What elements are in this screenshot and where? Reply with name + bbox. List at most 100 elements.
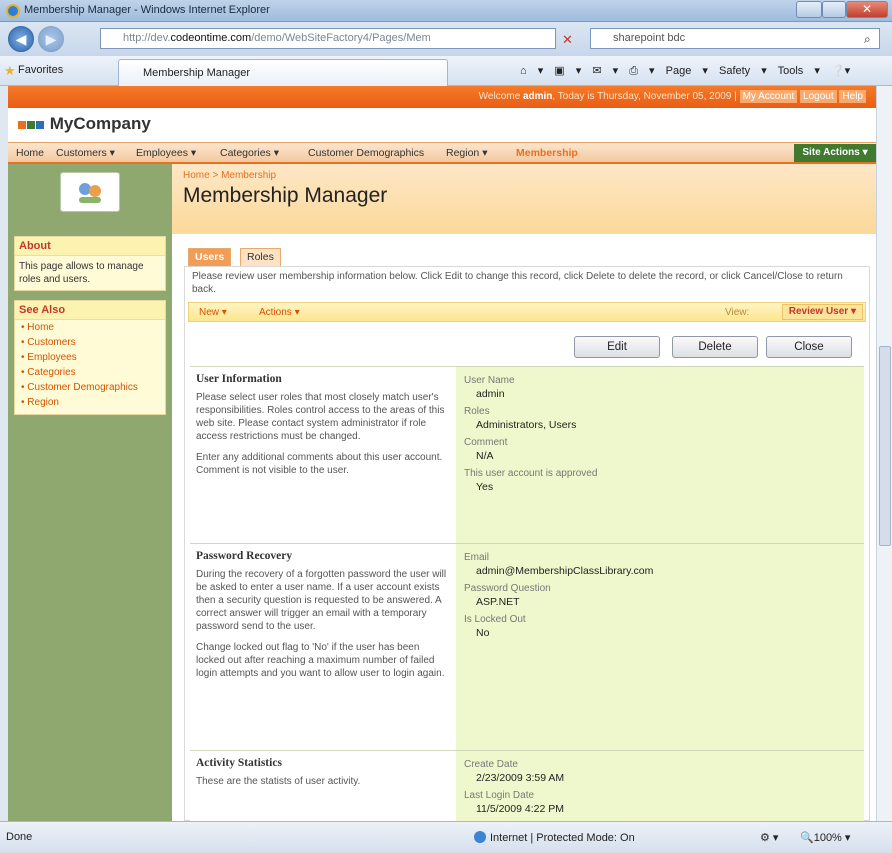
breadcrumb[interactable]: Home > Membership <box>183 170 276 181</box>
menu-employees[interactable]: Employees ▾ <box>136 147 196 159</box>
activity-title: Activity Statistics <box>196 757 282 769</box>
url-input[interactable]: http://dev.codeontime.com/demo/WebSiteFa… <box>100 28 556 49</box>
about-text: This page allows to manage roles and use… <box>19 261 144 285</box>
vertical-scrollbar[interactable] <box>876 86 892 821</box>
menu-region[interactable]: Region ▾ <box>446 147 487 159</box>
toolbar-commands: ⌂ ▾ ▣ ▾ ✉ ▾ ⎙ ▾ Page ▾ Safety ▾ Tools ▾ … <box>520 64 850 78</box>
field-label: Is Locked Out <box>464 614 526 625</box>
close-window-button[interactable]: ✕ <box>846 1 888 18</box>
logout-link[interactable]: Logout <box>800 90 837 103</box>
see-also-categories[interactable]: • Categories <box>15 365 165 380</box>
menu-home[interactable]: Home <box>16 147 44 159</box>
about-box: About This page allows to manage roles a… <box>14 236 166 291</box>
maximize-button[interactable] <box>822 1 846 18</box>
menu-customers[interactable]: Customers ▾ <box>56 147 115 159</box>
field-label: Last Login Date <box>464 790 535 801</box>
forward-button[interactable]: ▶ <box>38 26 64 52</box>
actions-menu[interactable]: Actions ▾ <box>259 307 300 318</box>
menu-membership[interactable]: Membership <box>516 147 578 159</box>
browser-tab[interactable]: Membership Manager <box>118 59 448 86</box>
field-roles: Roles Administrators, Users <box>464 406 864 431</box>
menu-categories[interactable]: Categories ▾ <box>220 147 279 159</box>
activity-description: Activity Statistics These are the statis… <box>190 751 456 821</box>
stop-icon[interactable]: ✕ <box>562 32 573 48</box>
field-value: 2/23/2009 3:59 AM <box>476 772 565 784</box>
activity-text: These are the statists of user activity. <box>196 776 361 787</box>
address-bar: ◀ ▶ http://dev.codeontime.com/demo/WebSi… <box>0 22 892 56</box>
membership-icon <box>60 172 120 212</box>
menu-customer-demographics[interactable]: Customer Demographics <box>308 147 424 159</box>
search-input[interactable]: sharepoint bdc <box>590 28 880 49</box>
field-label: This user account is approved <box>464 468 598 479</box>
my-account-link[interactable]: My Account <box>739 90 798 103</box>
view-selector[interactable]: Review User ▾ <box>781 304 863 320</box>
feeds-icon[interactable]: ▣ ▾ <box>554 65 581 77</box>
browser-tab-title: Membership Manager <box>143 67 250 79</box>
help-icon[interactable]: ❔▾ <box>831 65 850 77</box>
window-title: Membership Manager - Windows Internet Ex… <box>24 4 270 16</box>
safety-menu[interactable]: Safety ▾ <box>719 65 767 77</box>
user-info-description: User Information Please select user role… <box>190 367 456 543</box>
field-locked-out: Is Locked Out No <box>464 614 864 639</box>
close-button[interactable]: Close <box>766 336 852 358</box>
welcome-bar: Welcome admin, Today is Thursday, Novemb… <box>8 86 876 108</box>
delete-button[interactable]: Delete <box>672 336 758 358</box>
home-icon[interactable]: ⌂ ▾ <box>520 65 543 77</box>
back-button[interactable]: ◀ <box>8 26 34 52</box>
favorites-star-icon: ★ <box>4 63 16 78</box>
welcome-prefix: Welcome <box>478 91 523 102</box>
password-fields: Email admin@MembershipClassLibrary.com Pa… <box>456 544 864 750</box>
see-also-home[interactable]: • Home <box>15 320 165 335</box>
tab-roles[interactable]: Roles <box>240 248 281 266</box>
form-description: Please review user membership informatio… <box>192 271 843 295</box>
minimize-button[interactable] <box>796 1 822 18</box>
see-also-employees[interactable]: • Employees <box>15 350 165 365</box>
field-label: Password Question <box>464 583 551 594</box>
field-approved: This user account is approved Yes <box>464 468 864 493</box>
field-last-login: Last Login Date 11/5/2009 4:22 PM <box>464 790 864 815</box>
new-menu[interactable]: New ▾ <box>199 307 227 318</box>
tools-menu[interactable]: Tools ▾ <box>778 65 820 77</box>
action-bar: New ▾ Actions ▾ View: Review User ▾ <box>188 302 866 322</box>
field-label: Roles <box>464 406 490 417</box>
about-title: About <box>15 237 165 256</box>
password-text-2: Change locked out flag to 'No' if the us… <box>196 642 445 679</box>
help-link[interactable]: Help <box>839 90 866 103</box>
see-also-customer-demographics[interactable]: • Customer Demographics <box>15 380 165 395</box>
welcome-user: admin <box>522 91 553 102</box>
field-value: N/A <box>476 450 494 462</box>
password-title: Password Recovery <box>196 550 293 562</box>
field-create-date: Create Date 2/23/2009 3:59 AM <box>464 759 864 784</box>
status-bar: Done Internet | Protected Mode: On ⚙ ▾ 🔍… <box>0 821 892 853</box>
page-menu[interactable]: Page ▾ <box>666 65 708 77</box>
field-value: admin@MembershipClassLibrary.com <box>476 565 654 577</box>
ie-logo-icon <box>6 4 20 18</box>
see-also-title: See Also <box>15 301 165 320</box>
security-zone[interactable]: Internet | Protected Mode: On <box>474 831 635 844</box>
field-value: ASP.NET <box>476 596 520 608</box>
security-icon[interactable]: ⚙ ▾ <box>760 831 778 844</box>
print-icon[interactable]: ⎙ ▾ <box>629 65 654 77</box>
site-actions-button[interactable]: Site Actions ▾ <box>794 144 876 162</box>
globe-icon <box>474 831 486 843</box>
sidebar: About This page allows to manage roles a… <box>8 164 172 821</box>
favorites-button[interactable]: Favorites <box>18 64 63 76</box>
view-label: View: <box>725 307 750 318</box>
field-label: Email <box>464 552 490 563</box>
see-also-customers[interactable]: • Customers <box>15 335 165 350</box>
password-text-1: During the recovery of a forgotten passw… <box>196 569 447 632</box>
field-value: Administrators, Users <box>476 419 577 431</box>
search-icon[interactable]: ⌕ <box>864 32 871 47</box>
company-logo[interactable]: MyCompany <box>18 114 151 134</box>
field-email: Email admin@MembershipClassLibrary.com <box>464 552 864 577</box>
zoom-control[interactable]: 🔍100% ▾ <box>800 831 850 844</box>
welcome-date: , Today is Thursday, November 05, 2009 | <box>552 91 737 102</box>
mail-icon[interactable]: ✉ ▾ <box>592 65 618 77</box>
web-page: Welcome admin, Today is Thursday, Novemb… <box>8 86 876 821</box>
see-also-region[interactable]: • Region <box>15 395 165 410</box>
user-info-fields: User Name admin Roles Administrators, User… <box>456 367 864 543</box>
tab-users[interactable]: Users <box>188 248 232 266</box>
page-title: Membership Manager <box>183 184 388 207</box>
edit-button[interactable]: Edit <box>574 336 660 358</box>
scrollbar-thumb[interactable] <box>879 346 891 546</box>
